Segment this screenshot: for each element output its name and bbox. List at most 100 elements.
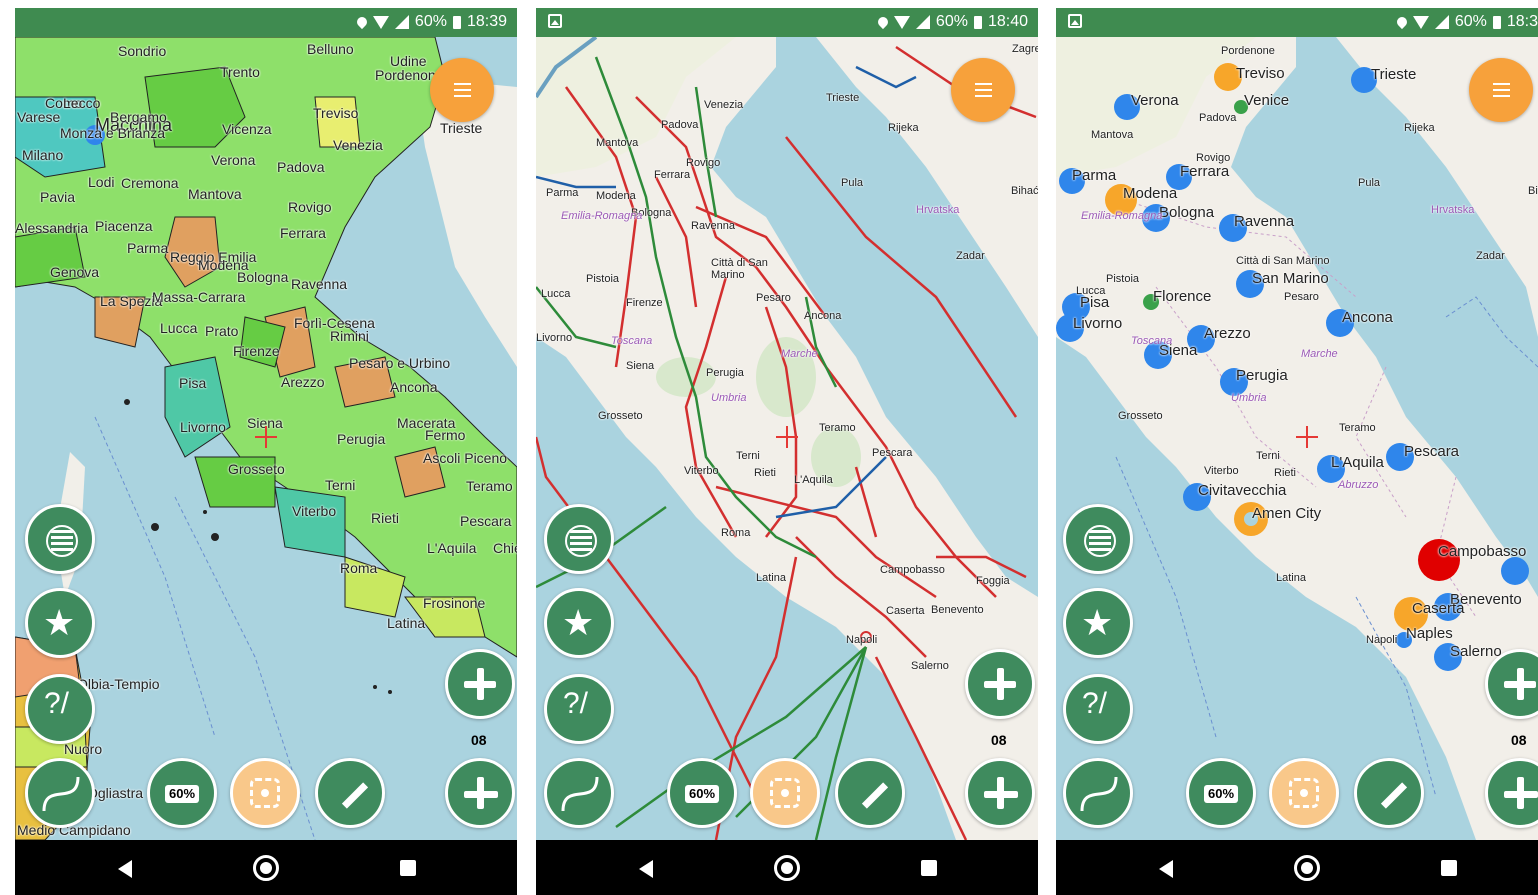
zoom-in-button[interactable] (1485, 649, 1538, 719)
recents-icon[interactable] (921, 860, 937, 876)
map-label: Bologna (237, 269, 289, 285)
map-label: Rovigo (1196, 152, 1231, 164)
snapshot-button[interactable] (1269, 758, 1339, 828)
plus-icon (448, 652, 512, 716)
map-center-crosshair (776, 426, 798, 448)
layers-button[interactable] (25, 504, 95, 574)
map-label: Emilia-Romagna (1081, 210, 1163, 222)
map-label: Vicenza (222, 121, 272, 137)
snapshot-button[interactable] (230, 758, 300, 828)
android-nav-bar (15, 840, 517, 895)
image-notification-icon (548, 14, 562, 28)
map-label: Marche (1301, 348, 1338, 360)
minus-icon (968, 761, 1032, 825)
map-label: Pesaro (1284, 291, 1319, 303)
battery-button[interactable]: 60% (1186, 758, 1256, 828)
menu-button[interactable] (430, 58, 494, 122)
favorites-button[interactable]: ★ (25, 588, 95, 658)
layers-button[interactable] (1063, 504, 1133, 574)
map-label: Parma (127, 240, 169, 256)
plus-icon (968, 652, 1032, 716)
layers-button[interactable] (544, 504, 614, 574)
map-label: Ferrara (280, 225, 326, 241)
place-label: San Marino (1252, 270, 1329, 287)
menu-button[interactable] (951, 58, 1015, 122)
map-label: Rijeka (888, 122, 919, 134)
home-icon[interactable] (1294, 855, 1320, 881)
place-marker[interactable] (1501, 557, 1529, 585)
place-label: Amen City (1252, 505, 1322, 522)
map-label: Lucca (1076, 285, 1106, 297)
favorites-button[interactable]: ★ (1063, 588, 1133, 658)
clock: 18:40 (987, 13, 1028, 30)
zoom-out-button[interactable] (1485, 758, 1538, 828)
favorites-button[interactable]: ★ (544, 588, 614, 658)
place-label: Bologna (1159, 204, 1215, 221)
zoom-out-button[interactable] (445, 758, 515, 828)
map-center-crosshair (255, 426, 277, 448)
map-label: Roma (340, 560, 378, 576)
place-label: L'Aquila (1331, 454, 1384, 471)
edit-button[interactable] (835, 758, 905, 828)
curve-icon (1080, 776, 1118, 812)
home-icon[interactable] (253, 855, 279, 881)
map-label: L'Aquila (794, 474, 833, 486)
image-notification-icon (1068, 14, 1082, 28)
map-label: Pistoia (586, 273, 620, 285)
query-button[interactable]: ?/ (25, 674, 95, 744)
edit-button[interactable] (1354, 758, 1424, 828)
pencil-icon (1380, 782, 1408, 809)
map-label: Roma (721, 527, 751, 539)
map-center-crosshair (1296, 426, 1318, 448)
back-icon[interactable] (1159, 860, 1173, 878)
battery-percent-icon: 60% (685, 785, 719, 803)
wifi-icon (1412, 15, 1429, 29)
map-label: Ancona (804, 310, 842, 322)
map-label: Genova (50, 264, 100, 280)
zoom-level: 08 (1511, 732, 1527, 748)
query-button[interactable]: ?/ (544, 674, 614, 744)
curve-icon (561, 776, 599, 812)
android-nav-bar (536, 840, 1038, 895)
map-label: Ancona (390, 379, 438, 395)
map-label: Rieti (1274, 467, 1297, 479)
map-label: Pesaro e Urbino (349, 355, 451, 371)
map-label: Pistoia (1106, 273, 1140, 285)
place-label: Perugia (1236, 367, 1288, 384)
menu-button[interactable] (1469, 58, 1533, 122)
battery-button[interactable]: 60% (147, 758, 217, 828)
place-label: Naples (1406, 625, 1453, 642)
back-icon[interactable] (639, 860, 653, 878)
map-label: Rieti (754, 467, 777, 479)
minus-icon (1488, 761, 1538, 825)
home-icon[interactable] (774, 855, 800, 881)
back-icon[interactable] (118, 860, 132, 878)
location-icon (354, 14, 369, 30)
query-button[interactable]: ?/ (1063, 674, 1133, 744)
route-button[interactable] (1063, 758, 1133, 828)
map-label: Zadar (1476, 250, 1505, 262)
route-button[interactable] (544, 758, 614, 828)
map-label: Lucca (541, 288, 571, 300)
question-pen-icon: ?/ (44, 687, 70, 720)
map-label: Mantova (1091, 129, 1134, 141)
recents-icon[interactable] (400, 860, 416, 876)
map-label: Toscana (1131, 335, 1173, 347)
status-bar: 60% 18:40 (536, 8, 1038, 37)
snapshot-button[interactable] (750, 758, 820, 828)
zoom-in-button[interactable] (445, 649, 515, 719)
zoom-out-button[interactable] (965, 758, 1035, 828)
map-label: Hrvatska (916, 204, 960, 216)
route-button[interactable] (25, 758, 95, 828)
edit-button[interactable] (315, 758, 385, 828)
recents-icon[interactable] (1441, 860, 1457, 876)
map-label: Pordenone (1221, 45, 1275, 57)
zoom-level: 08 (471, 732, 487, 748)
question-pen-icon: ?/ (563, 687, 589, 720)
map-label: Trento (220, 64, 260, 80)
zoom-in-button[interactable] (965, 649, 1035, 719)
map-label: Padova (661, 119, 699, 131)
battery-button[interactable]: 60% (667, 758, 737, 828)
location-icon (1394, 14, 1409, 30)
status-bar: 60% 18:39 (15, 8, 517, 37)
